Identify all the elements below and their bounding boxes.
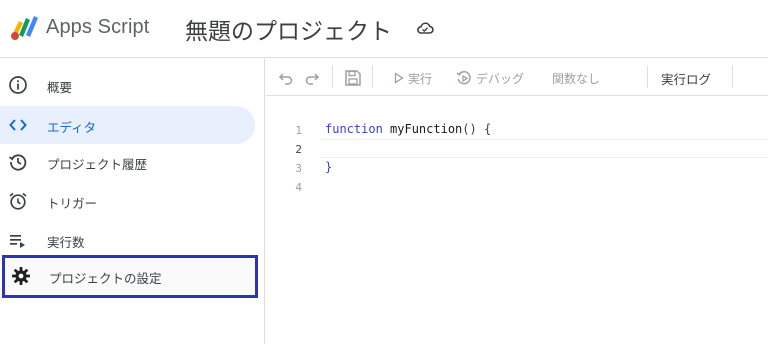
sidebar-item-editor[interactable]: エディタ bbox=[0, 106, 255, 144]
play-icon bbox=[394, 72, 404, 84]
editor-toolbar: 実行 デバッグ 関数なし 実行ログ bbox=[266, 59, 768, 96]
code-line[interactable]: } bbox=[325, 160, 332, 174]
project-title[interactable]: 無題のプロジェクト bbox=[185, 12, 392, 46]
sidebar-item-label: エディタ bbox=[47, 120, 97, 135]
info-icon bbox=[9, 76, 27, 94]
sidebar-item-label: 実行数 bbox=[47, 235, 85, 250]
code-punctuation: } bbox=[325, 160, 333, 174]
app-header: Apps Script 無題のプロジェクト bbox=[0, 0, 768, 58]
code-function-name: myFunction bbox=[390, 122, 463, 136]
toolbar-divider bbox=[332, 66, 333, 88]
execution-log-label: 実行ログ bbox=[661, 71, 712, 87]
line-number: 2 bbox=[295, 143, 302, 156]
sidebar-item-label: 概要 bbox=[47, 80, 73, 95]
toolbar-divider bbox=[732, 66, 733, 88]
run-label: 実行 bbox=[408, 71, 433, 86]
code-line[interactable]: function myFunction() { bbox=[325, 122, 491, 136]
alarm-icon bbox=[9, 192, 27, 210]
redo-icon bbox=[305, 73, 320, 85]
undo-button[interactable] bbox=[278, 68, 294, 88]
toolbar-divider bbox=[647, 66, 648, 88]
apps-script-logo-icon[interactable] bbox=[9, 13, 41, 41]
sidebar-item-executions[interactable]: 実行数 bbox=[0, 221, 255, 259]
sidebar-item-triggers[interactable]: トリガー bbox=[0, 182, 255, 220]
current-line-highlight bbox=[320, 139, 768, 158]
function-select-value: 関数なし bbox=[552, 71, 601, 86]
code-keyword: function bbox=[325, 122, 383, 136]
debug-label: デバッグ bbox=[476, 71, 525, 86]
function-select[interactable]: 関数なし bbox=[548, 68, 600, 88]
line-number: 4 bbox=[295, 181, 302, 194]
gear-icon bbox=[12, 267, 30, 285]
line-number: 1 bbox=[295, 124, 302, 137]
debug-icon bbox=[456, 71, 471, 85]
debug-button[interactable]: デバッグ bbox=[456, 68, 524, 88]
line-number: 3 bbox=[295, 162, 302, 175]
code-punctuation: () { bbox=[462, 122, 492, 136]
cloud-saved-icon bbox=[417, 22, 434, 34]
sidebar-item-overview[interactable]: 概要 bbox=[0, 66, 255, 104]
code-icon bbox=[9, 119, 27, 131]
save-icon bbox=[345, 70, 361, 86]
sidebar-item-project-history[interactable]: プロジェクト履歴 bbox=[0, 143, 255, 181]
sidebar: 概要 エディタ プロジェクト履歴 トリガー 実行数 プロジェクトの設定 bbox=[0, 59, 265, 344]
app-name: Apps Script bbox=[46, 16, 150, 38]
sidebar-item-label: トリガー bbox=[47, 196, 98, 211]
undo-icon bbox=[278, 73, 293, 85]
run-button[interactable]: 実行 bbox=[394, 68, 432, 88]
execution-log-button[interactable]: 実行ログ bbox=[661, 68, 711, 88]
sidebar-item-project-settings[interactable]: プロジェクトの設定 bbox=[2, 255, 258, 298]
save-button[interactable] bbox=[344, 68, 362, 88]
sidebar-item-label: プロジェクトの設定 bbox=[49, 271, 162, 286]
sidebar-item-label: プロジェクト履歴 bbox=[47, 157, 148, 172]
executions-icon bbox=[10, 235, 25, 248]
redo-button[interactable] bbox=[304, 68, 320, 88]
code-editor[interactable]: 1 2 3 4 function myFunction() { } bbox=[266, 97, 768, 344]
history-icon bbox=[8, 154, 27, 171]
toolbar-divider bbox=[372, 66, 373, 88]
